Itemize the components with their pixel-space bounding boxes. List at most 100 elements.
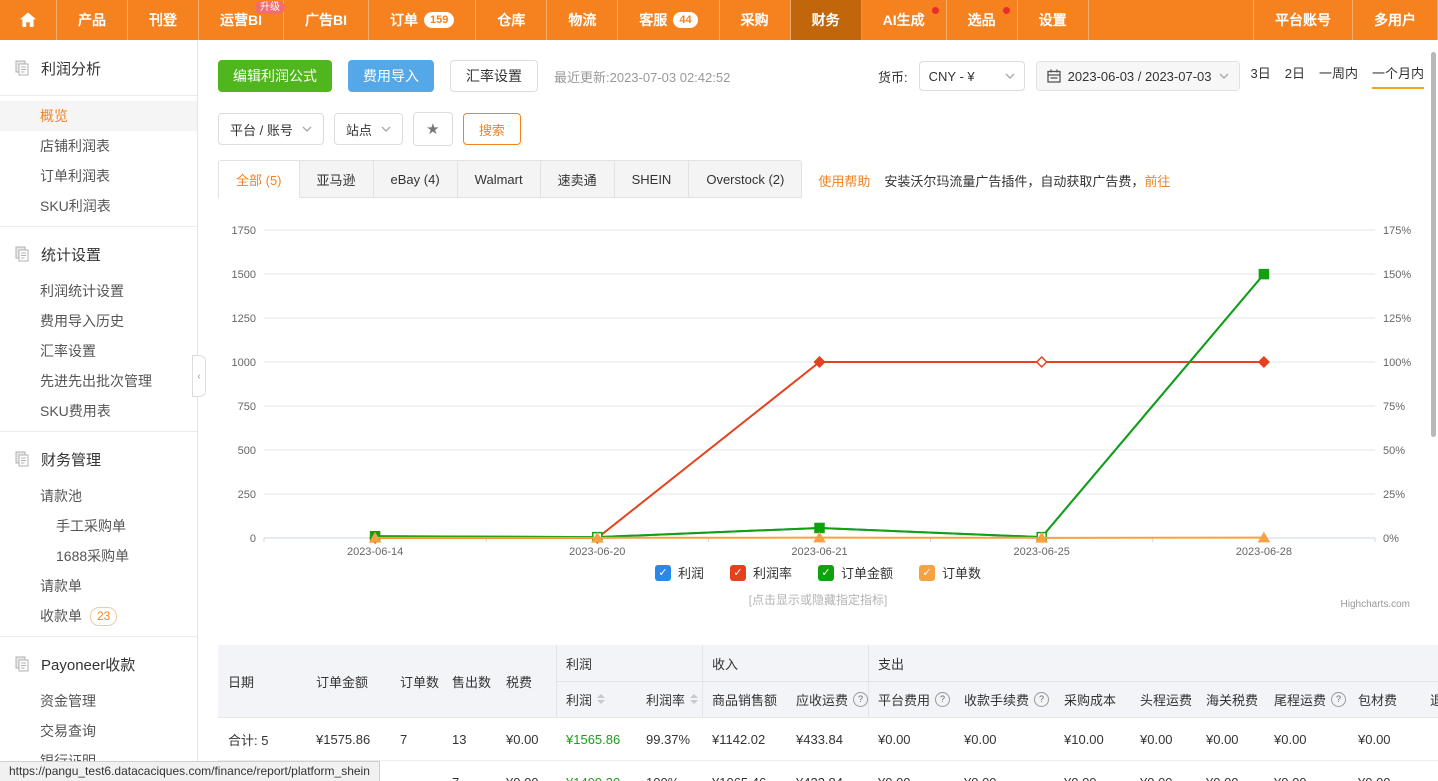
help-icon[interactable]: ? <box>853 692 868 707</box>
sidebar-item-fee-import-history[interactable]: 费用导入历史 <box>0 306 197 336</box>
nav-item-home[interactable] <box>0 0 57 40</box>
column-header-profit-rate[interactable]: 利润率 <box>646 681 702 717</box>
nav-item-settings[interactable]: 设置 <box>1018 0 1089 40</box>
column-label: 利润率 <box>646 690 685 709</box>
sidebar-section-profit-analysis[interactable]: 利润分析 <box>0 46 197 90</box>
nav-item-warehouse[interactable]: 仓库 <box>476 0 547 40</box>
sidebar-section-payoneer[interactable]: Payoneer收款 <box>0 642 197 686</box>
help-icon[interactable]: ? <box>1034 692 1049 707</box>
nav-item-logistics[interactable]: 物流 <box>547 0 618 40</box>
nav-item-listing[interactable]: 刊登 <box>128 0 199 40</box>
nav-spacer <box>1089 0 1254 40</box>
column-header-profit[interactable]: 利润 <box>566 681 636 717</box>
svg-text:1000: 1000 <box>232 357 256 369</box>
nav-item-operation-bi[interactable]: 运营BI升级 <box>199 0 284 40</box>
group-header-profit: 利润 <box>566 645 702 681</box>
nav-item-multi-user[interactable]: 多用户 <box>1353 0 1438 40</box>
cell-sold-count: 7 <box>442 761 496 781</box>
quick-range-3日[interactable]: 3日 <box>1251 63 1271 89</box>
tab-overstock[interactable]: Overstock (2) <box>689 160 802 198</box>
tab-walmart[interactable]: Walmart <box>458 160 541 198</box>
sidebar-section-stat-settings[interactable]: 统计设置 <box>0 232 197 276</box>
nav-item-finance[interactable]: 财务 <box>791 0 862 40</box>
nav-item-label: 仓库 <box>497 10 525 30</box>
sidebar-section-title: 利润分析 <box>41 58 101 79</box>
svg-text:75%: 75% <box>1383 401 1405 413</box>
legend-checkbox-checked: ✓ <box>919 565 935 581</box>
nav-item-orders[interactable]: 订单159 <box>369 0 476 40</box>
sidebar: 利润分析概览店铺利润表订单利润表SKU利润表统计设置利润统计设置费用导入历史汇率… <box>0 40 198 781</box>
tab-shein[interactable]: SHEIN <box>615 160 690 198</box>
date-range-picker[interactable]: 2023-06-03 / 2023-07-03 <box>1036 61 1240 91</box>
svg-text:2023-06-14: 2023-06-14 <box>347 546 403 558</box>
currency-select[interactable]: CNY - ¥ <box>919 61 1025 91</box>
sidebar-item-label: 汇率设置 <box>40 341 96 361</box>
column-label: 头程运费 <box>1140 690 1192 709</box>
platform-account-dropdown[interactable]: 平台 / 账号 <box>218 113 324 145</box>
go-link[interactable]: 前往 <box>1144 171 1170 190</box>
sidebar-item-manual-purchase-order[interactable]: 手工采购单 <box>0 511 197 541</box>
quick-range-2日[interactable]: 2日 <box>1285 63 1305 89</box>
cell-platform-fee: ¥0.00 <box>868 718 954 760</box>
help-icon[interactable]: ? <box>935 692 950 707</box>
nav-item-products[interactable]: 产品 <box>57 0 128 40</box>
sidebar-item-exchange-rate-settings[interactable]: 汇率设置 <box>0 336 197 366</box>
sidebar-collapse-handle[interactable]: ‹ <box>192 355 206 397</box>
search-button[interactable]: 搜索 <box>463 113 521 145</box>
sidebar-item-receipt-note[interactable]: 收款单23 <box>0 601 197 631</box>
cell-purchase-cost: ¥0.00 <box>1054 761 1130 781</box>
nav-item-customer-service[interactable]: 客服44 <box>618 0 719 40</box>
sidebar-item-sku-fee-table[interactable]: SKU费用表 <box>0 396 197 426</box>
exchange-rate-settings-button[interactable]: 汇率设置 <box>450 60 538 92</box>
sidebar-item-order-profit-table[interactable]: 订单利润表 <box>0 161 197 191</box>
nav-item-platform-account[interactable]: 平台账号 <box>1254 0 1353 40</box>
cell-first-leg-shipping: ¥0.00 <box>1130 718 1196 760</box>
highcharts-credit[interactable]: Highcharts.com <box>1341 599 1410 610</box>
sidebar-section-title: Payoneer收款 <box>41 654 135 675</box>
legend-label: 订单金额 <box>841 563 893 582</box>
sidebar-item-shop-profit-table[interactable]: 店铺利润表 <box>0 131 197 161</box>
nav-count-pill: 159 <box>424 12 454 28</box>
legend-item-订单数[interactable]: ✓订单数 <box>919 563 981 582</box>
upgrade-badge: 升级 <box>255 1 285 14</box>
sidebar-item-sku-profit-table[interactable]: SKU利润表 <box>0 191 197 221</box>
sidebar-item-transaction-query[interactable]: 交易查询 <box>0 716 197 746</box>
nav-item-ad-bi[interactable]: 广告BI <box>284 0 369 40</box>
nav-item-ai-generate[interactable]: AI生成 <box>862 0 947 40</box>
tab-amazon[interactable]: 亚马逊 <box>300 160 374 198</box>
sidebar-item-fifo-batch-management[interactable]: 先进先出批次管理 <box>0 366 197 396</box>
cell-customs-tax: ¥0.00 <box>1196 761 1264 781</box>
quick-range-一个月内[interactable]: 一个月内 <box>1372 63 1424 89</box>
sidebar-item-fund-management[interactable]: 资金管理 <box>0 686 197 716</box>
favorite-filter-button[interactable]: ★ <box>413 112 453 146</box>
help-icon[interactable]: ? <box>1331 692 1346 707</box>
quick-range-一周内[interactable]: 一周内 <box>1319 63 1358 89</box>
site-dropdown[interactable]: 站点 <box>334 113 403 145</box>
edit-profit-formula-button[interactable]: 编辑利润公式 <box>218 60 332 92</box>
tab-all[interactable]: 全部 (5) <box>218 160 300 198</box>
cell-profit-rate: 100% <box>636 761 702 781</box>
legend-item-订单金额[interactable]: ✓订单金额 <box>818 563 893 582</box>
sidebar-item-overview[interactable]: 概览 <box>0 101 197 131</box>
currency-value: CNY - ¥ <box>929 69 975 84</box>
nav-item-product-selection[interactable]: 选品 <box>947 0 1018 40</box>
svg-text:100%: 100% <box>1383 357 1411 369</box>
sidebar-item-1688-purchase-order[interactable]: 1688采购单 <box>0 541 197 571</box>
scrollbar-thumb[interactable] <box>1431 52 1436 437</box>
column-header-sold-count: 售出数 <box>452 645 496 717</box>
cell-profit-rate: 99.37% <box>636 718 702 760</box>
tab-aliexpress[interactable]: 速卖通 <box>541 160 615 198</box>
nav-item-purchasing[interactable]: 采购 <box>720 0 791 40</box>
tab-ebay[interactable]: eBay (4) <box>374 160 458 198</box>
sidebar-item-payment-pool[interactable]: 请款池 <box>0 481 197 511</box>
legend-item-利润[interactable]: ✓利润 <box>655 563 704 582</box>
legend-checkbox-checked: ✓ <box>655 565 671 581</box>
sidebar-item-payment-request[interactable]: 请款单 <box>0 571 197 601</box>
legend-item-利润率[interactable]: ✓利润率 <box>730 563 792 582</box>
cell-payment-handling-fee: ¥0.00 <box>954 718 1054 760</box>
sidebar-section-finance-management[interactable]: 财务管理 <box>0 437 197 481</box>
help-link[interactable]: 使用帮助 <box>818 171 870 190</box>
fee-import-button[interactable]: 费用导入 <box>348 60 434 92</box>
sidebar-item-profit-stat-settings[interactable]: 利润统计设置 <box>0 276 197 306</box>
main-content: 编辑利润公式 费用导入 汇率设置 最近更新:2023-07-03 02:42:5… <box>198 40 1438 781</box>
